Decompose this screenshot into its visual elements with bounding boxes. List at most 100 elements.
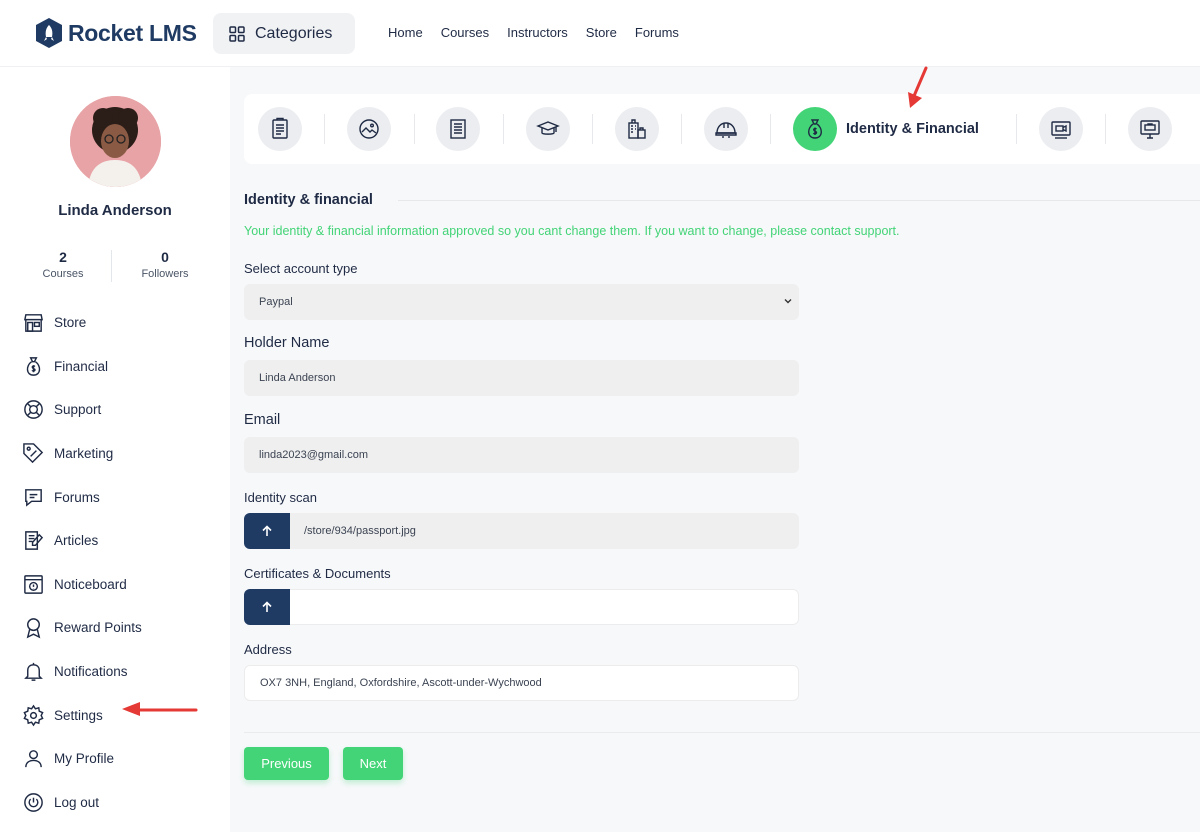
step-experiences[interactable]: [615, 107, 659, 151]
stat-followers-label: Followers: [141, 268, 189, 280]
sidebar-item-financial[interactable]: Financial: [22, 345, 142, 389]
stat-followers-value: 0: [161, 249, 169, 265]
identity-scan-upload-button[interactable]: [244, 513, 290, 549]
step-separator: [770, 114, 771, 144]
next-button[interactable]: Next: [343, 747, 403, 780]
document-icon: [272, 117, 288, 139]
categories-button[interactable]: Categories: [213, 13, 355, 54]
sidebar-item-label: Support: [54, 402, 102, 418]
step-progress-bar: Identity & Financial: [244, 94, 1200, 164]
categories-label: Categories: [255, 24, 333, 42]
award-icon: [26, 618, 41, 639]
nav-store[interactable]: Store: [586, 25, 617, 40]
address-label: Address: [244, 642, 292, 657]
helmet-icon: [715, 122, 737, 138]
logo[interactable]: Rocket LMS: [34, 17, 197, 49]
annotation-arrow-icon: [122, 702, 198, 716]
step-zoom-api[interactable]: [1039, 107, 1083, 151]
graduation-cap-icon: [536, 121, 560, 135]
money-bag-icon: [808, 119, 822, 139]
avatar[interactable]: [70, 96, 161, 187]
grid-icon: [229, 25, 245, 42]
tag-icon: [23, 443, 44, 464]
sidebar-item-reward-points[interactable]: Reward Points: [22, 606, 142, 650]
logo-text: Rocket LMS: [68, 19, 197, 46]
email-label: Email: [244, 412, 281, 428]
sidebar-item-label: Noticeboard: [54, 576, 127, 592]
sidebar-item-label: Log out: [54, 794, 100, 810]
form-divider: [244, 732, 1200, 733]
step-separator: [414, 114, 415, 144]
identity-scan-upload: /store/934/passport.jpg: [244, 513, 799, 549]
store-icon: [23, 314, 44, 333]
step-occupations[interactable]: [704, 107, 748, 151]
stat-courses[interactable]: 2 Courses: [13, 249, 113, 280]
annotation-arrow-icon: [908, 66, 928, 108]
arrow-up-icon: [262, 601, 272, 612]
step-extra[interactable]: [1128, 107, 1172, 151]
sidebar-item-log-out[interactable]: Log out: [22, 781, 142, 825]
sidebar-item-label: My Profile: [54, 751, 115, 767]
step-separator: [592, 114, 593, 144]
sidebar-item-label: Financial: [54, 358, 109, 374]
email-field[interactable]: linda2023@gmail.com: [244, 437, 799, 473]
sidebar-item-label: Marketing: [54, 446, 114, 462]
sidebar-item-notifications[interactable]: Notifications: [22, 650, 142, 694]
chevron-down-icon: [784, 299, 792, 304]
step-education[interactable]: [526, 107, 570, 151]
identity-scan-label: Identity scan: [244, 490, 317, 505]
section-divider: [398, 200, 1200, 201]
building-icon: [628, 119, 646, 139]
sidebar-item-forums[interactable]: Forums: [22, 475, 142, 519]
step-about[interactable]: [436, 107, 480, 151]
identity-scan-path[interactable]: /store/934/passport.jpg: [290, 513, 799, 549]
account-type-label: Select account type: [244, 261, 358, 276]
rocket-logo-icon: [36, 18, 62, 48]
gear-icon: [23, 704, 44, 727]
sidebar-item-articles[interactable]: Articles: [22, 519, 142, 563]
sidebar-item-store[interactable]: Store: [22, 301, 142, 345]
nav-instructors[interactable]: Instructors: [507, 25, 568, 40]
bell-icon: [24, 662, 43, 681]
address-field[interactable]: OX7 3NH, England, Oxfordshire, Ascott-un…: [244, 665, 799, 701]
stat-divider: [111, 250, 112, 282]
sidebar-item-label: Notifications: [54, 664, 128, 680]
top-header: Rocket LMS Categories Home Courses Instr…: [0, 0, 1200, 67]
certificates-upload: [244, 589, 799, 625]
step-separator: [324, 114, 325, 144]
nav-forums[interactable]: Forums: [635, 25, 679, 40]
user-icon: [25, 750, 42, 768]
step-active-label: Identity & Financial: [846, 121, 979, 137]
certificates-path[interactable]: [290, 589, 799, 625]
noticeboard-icon: [24, 575, 43, 594]
step-separator: [503, 114, 504, 144]
lifebuoy-icon: [24, 400, 43, 420]
sidebar-item-marketing[interactable]: Marketing: [22, 432, 142, 476]
previous-button[interactable]: Previous: [244, 747, 329, 780]
article-icon: [25, 531, 44, 551]
holder-name-value: Linda Anderson: [259, 372, 336, 384]
step-identity-financial[interactable]: [793, 107, 837, 151]
sidebar-item-label: Forums: [54, 489, 100, 505]
approval-notice: Your identity & financial information ap…: [244, 224, 900, 238]
sidebar-item-my-profile[interactable]: My Profile: [22, 737, 142, 781]
arrow-up-icon: [262, 525, 272, 536]
avatar-image: [70, 96, 161, 187]
sidebar-item-noticeboard[interactable]: Noticeboard: [22, 563, 142, 607]
video-icon: [1051, 121, 1071, 139]
step-basic-info[interactable]: [258, 107, 302, 151]
main-nav: Home Courses Instructors Store Forums: [388, 25, 679, 40]
step-separator: [1016, 114, 1017, 144]
list-icon: [450, 119, 466, 139]
holder-name-field[interactable]: Linda Anderson: [244, 360, 799, 396]
account-type-select[interactable]: Paypal: [244, 284, 799, 320]
step-images[interactable]: [347, 107, 391, 151]
stat-followers[interactable]: 0 Followers: [115, 249, 215, 280]
nav-courses[interactable]: Courses: [441, 25, 489, 40]
certificates-upload-button[interactable]: [244, 589, 290, 625]
nav-home[interactable]: Home: [388, 25, 423, 40]
account-type-value: Paypal: [259, 296, 293, 308]
sidebar-item-support[interactable]: Support: [22, 388, 142, 432]
image-icon: [359, 119, 379, 139]
address-value: OX7 3NH, England, Oxfordshire, Ascott-un…: [260, 677, 542, 689]
